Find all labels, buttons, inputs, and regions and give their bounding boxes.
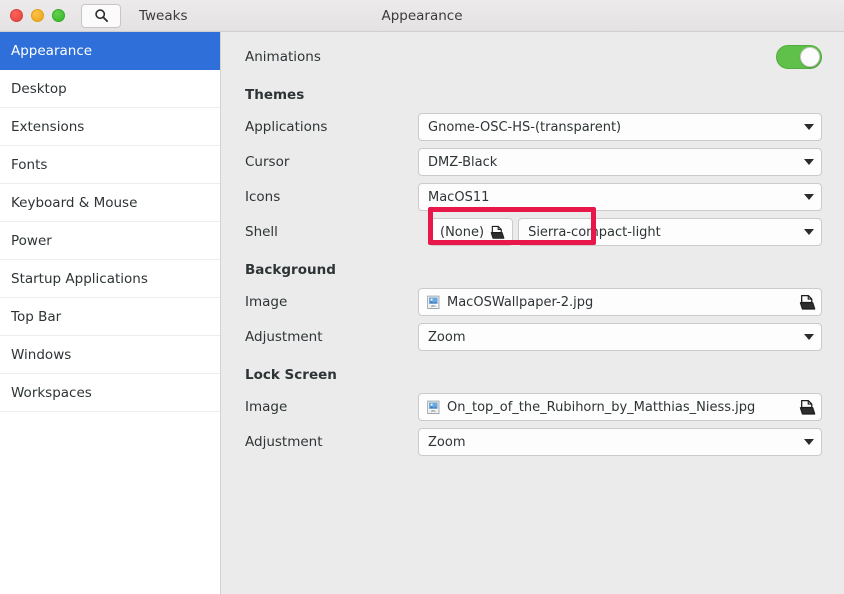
window-body: Appearance Desktop Extensions Fonts Keyb… bbox=[0, 32, 844, 594]
row-animations: Animations bbox=[245, 41, 822, 73]
lock-screen-heading: Lock Screen bbox=[245, 367, 337, 383]
icons-theme-value: MacOS11 bbox=[428, 189, 490, 205]
background-image-filename: MacOSWallpaper-2.jpg bbox=[447, 294, 594, 310]
row-lock-screen-image: Image JPG On_top_of_the_Rubihorn_by_Matt… bbox=[245, 391, 822, 423]
animations-toggle[interactable] bbox=[776, 45, 822, 69]
background-adjustment-label: Adjustment bbox=[245, 329, 323, 345]
applications-theme-value: Gnome-OSC-HS-(transparent) bbox=[428, 119, 622, 135]
shell-theme-file-button[interactable]: (None) bbox=[429, 218, 514, 246]
background-heading: Background bbox=[245, 262, 336, 278]
shell-none-value: (None) bbox=[440, 224, 485, 240]
sidebar-item-fonts[interactable]: Fonts bbox=[0, 146, 220, 184]
sidebar-item-startup-applications[interactable]: Startup Applications bbox=[0, 260, 220, 298]
lock-screen-image-picker[interactable]: JPG On_top_of_the_Rubihorn_by_Matthias_N… bbox=[418, 393, 822, 421]
image-file-icon: JPG bbox=[426, 400, 441, 415]
chevron-down-icon bbox=[804, 159, 814, 165]
lock-screen-image-label: Image bbox=[245, 399, 288, 415]
section-themes: Themes bbox=[245, 79, 822, 111]
chevron-down-icon bbox=[804, 229, 814, 235]
sidebar: Appearance Desktop Extensions Fonts Keyb… bbox=[0, 32, 221, 594]
row-applications-theme: Applications Gnome-OSC-HS-(transparent) bbox=[245, 111, 822, 143]
sidebar-item-appearance[interactable]: Appearance bbox=[0, 32, 220, 70]
tweaks-window: Tweaks Appearance Appearance Desktop Ext… bbox=[0, 0, 844, 594]
svg-text:JPG: JPG bbox=[430, 304, 436, 308]
background-image-picker[interactable]: JPG MacOSWallpaper-2.jpg bbox=[418, 288, 822, 316]
window-controls bbox=[0, 9, 65, 22]
sidebar-item-label: Workspaces bbox=[11, 385, 92, 401]
section-background: Background bbox=[245, 254, 822, 286]
shell-label: Shell bbox=[245, 224, 278, 240]
row-cursor-theme: Cursor DMZ-Black bbox=[245, 146, 822, 178]
appearance-panel: Animations Themes Applications Gnome-OSC… bbox=[221, 32, 844, 594]
applications-label: Applications bbox=[245, 119, 328, 135]
lock-screen-adjustment-value: Zoom bbox=[428, 434, 466, 450]
sidebar-item-power[interactable]: Power bbox=[0, 222, 220, 260]
sidebar-item-desktop[interactable]: Desktop bbox=[0, 70, 220, 108]
chevron-down-icon bbox=[804, 334, 814, 340]
sidebar-item-label: Fonts bbox=[11, 157, 48, 173]
sidebar-item-label: Windows bbox=[11, 347, 72, 363]
shell-theme-value: Sierra-compact-light bbox=[528, 224, 661, 240]
applications-theme-dropdown[interactable]: Gnome-OSC-HS-(transparent) bbox=[418, 113, 822, 141]
svg-text:JPG: JPG bbox=[430, 409, 436, 413]
sidebar-item-label: Desktop bbox=[11, 81, 67, 97]
search-icon bbox=[94, 8, 109, 23]
image-file-icon: JPG bbox=[426, 295, 441, 310]
sidebar-item-label: Top Bar bbox=[11, 309, 62, 325]
background-image-label: Image bbox=[245, 294, 288, 310]
themes-heading: Themes bbox=[245, 87, 305, 103]
document-open-icon bbox=[490, 225, 505, 240]
icons-label: Icons bbox=[245, 189, 281, 205]
sidebar-item-keyboard-and-mouse[interactable]: Keyboard & Mouse bbox=[0, 184, 220, 222]
toggle-knob bbox=[800, 47, 820, 67]
minimize-window-button[interactable] bbox=[31, 9, 44, 22]
row-lock-screen-adjustment: Adjustment Zoom bbox=[245, 426, 822, 458]
row-background-adjustment: Adjustment Zoom bbox=[245, 321, 822, 353]
sidebar-item-workspaces[interactable]: Workspaces bbox=[0, 374, 220, 412]
sidebar-item-label: Appearance bbox=[11, 43, 93, 59]
sidebar-item-label: Extensions bbox=[11, 119, 85, 135]
sidebar-item-extensions[interactable]: Extensions bbox=[0, 108, 220, 146]
document-open-icon[interactable] bbox=[799, 294, 816, 311]
lock-screen-image-filename: On_top_of_the_Rubihorn_by_Matthias_Niess… bbox=[447, 399, 756, 415]
sidebar-item-label: Keyboard & Mouse bbox=[11, 195, 138, 211]
search-button[interactable] bbox=[81, 3, 121, 28]
icons-theme-dropdown[interactable]: MacOS11 bbox=[418, 183, 822, 211]
titlebar: Tweaks Appearance bbox=[0, 0, 844, 32]
app-name: Tweaks bbox=[139, 7, 188, 24]
sidebar-item-label: Power bbox=[11, 233, 52, 249]
section-lock-screen: Lock Screen bbox=[245, 359, 822, 391]
cursor-theme-dropdown[interactable]: DMZ-Black bbox=[418, 148, 822, 176]
sidebar-item-label: Startup Applications bbox=[11, 271, 148, 287]
chevron-down-icon bbox=[804, 439, 814, 445]
window-title: Appearance bbox=[381, 8, 463, 24]
row-icons-theme: Icons MacOS11 bbox=[245, 181, 822, 213]
shell-theme-dropdown[interactable]: Sierra-compact-light bbox=[518, 218, 822, 246]
maximize-window-button[interactable] bbox=[52, 9, 65, 22]
background-adjustment-value: Zoom bbox=[428, 329, 466, 345]
row-background-image: Image JPG MacOSWallpaper-2.jpg bbox=[245, 286, 822, 318]
document-open-icon[interactable] bbox=[799, 399, 816, 416]
lock-screen-adjustment-dropdown[interactable]: Zoom bbox=[418, 428, 822, 456]
chevron-down-icon bbox=[804, 194, 814, 200]
sidebar-item-windows[interactable]: Windows bbox=[0, 336, 220, 374]
animations-label: Animations bbox=[245, 49, 321, 65]
sidebar-item-top-bar[interactable]: Top Bar bbox=[0, 298, 220, 336]
chevron-down-icon bbox=[804, 124, 814, 130]
cursor-theme-value: DMZ-Black bbox=[428, 154, 498, 170]
row-shell-theme: Shell (None) Sierra-compact-light bbox=[245, 216, 822, 248]
close-window-button[interactable] bbox=[10, 9, 23, 22]
lock-screen-adjustment-label: Adjustment bbox=[245, 434, 323, 450]
background-adjustment-dropdown[interactable]: Zoom bbox=[418, 323, 822, 351]
cursor-label: Cursor bbox=[245, 154, 290, 170]
